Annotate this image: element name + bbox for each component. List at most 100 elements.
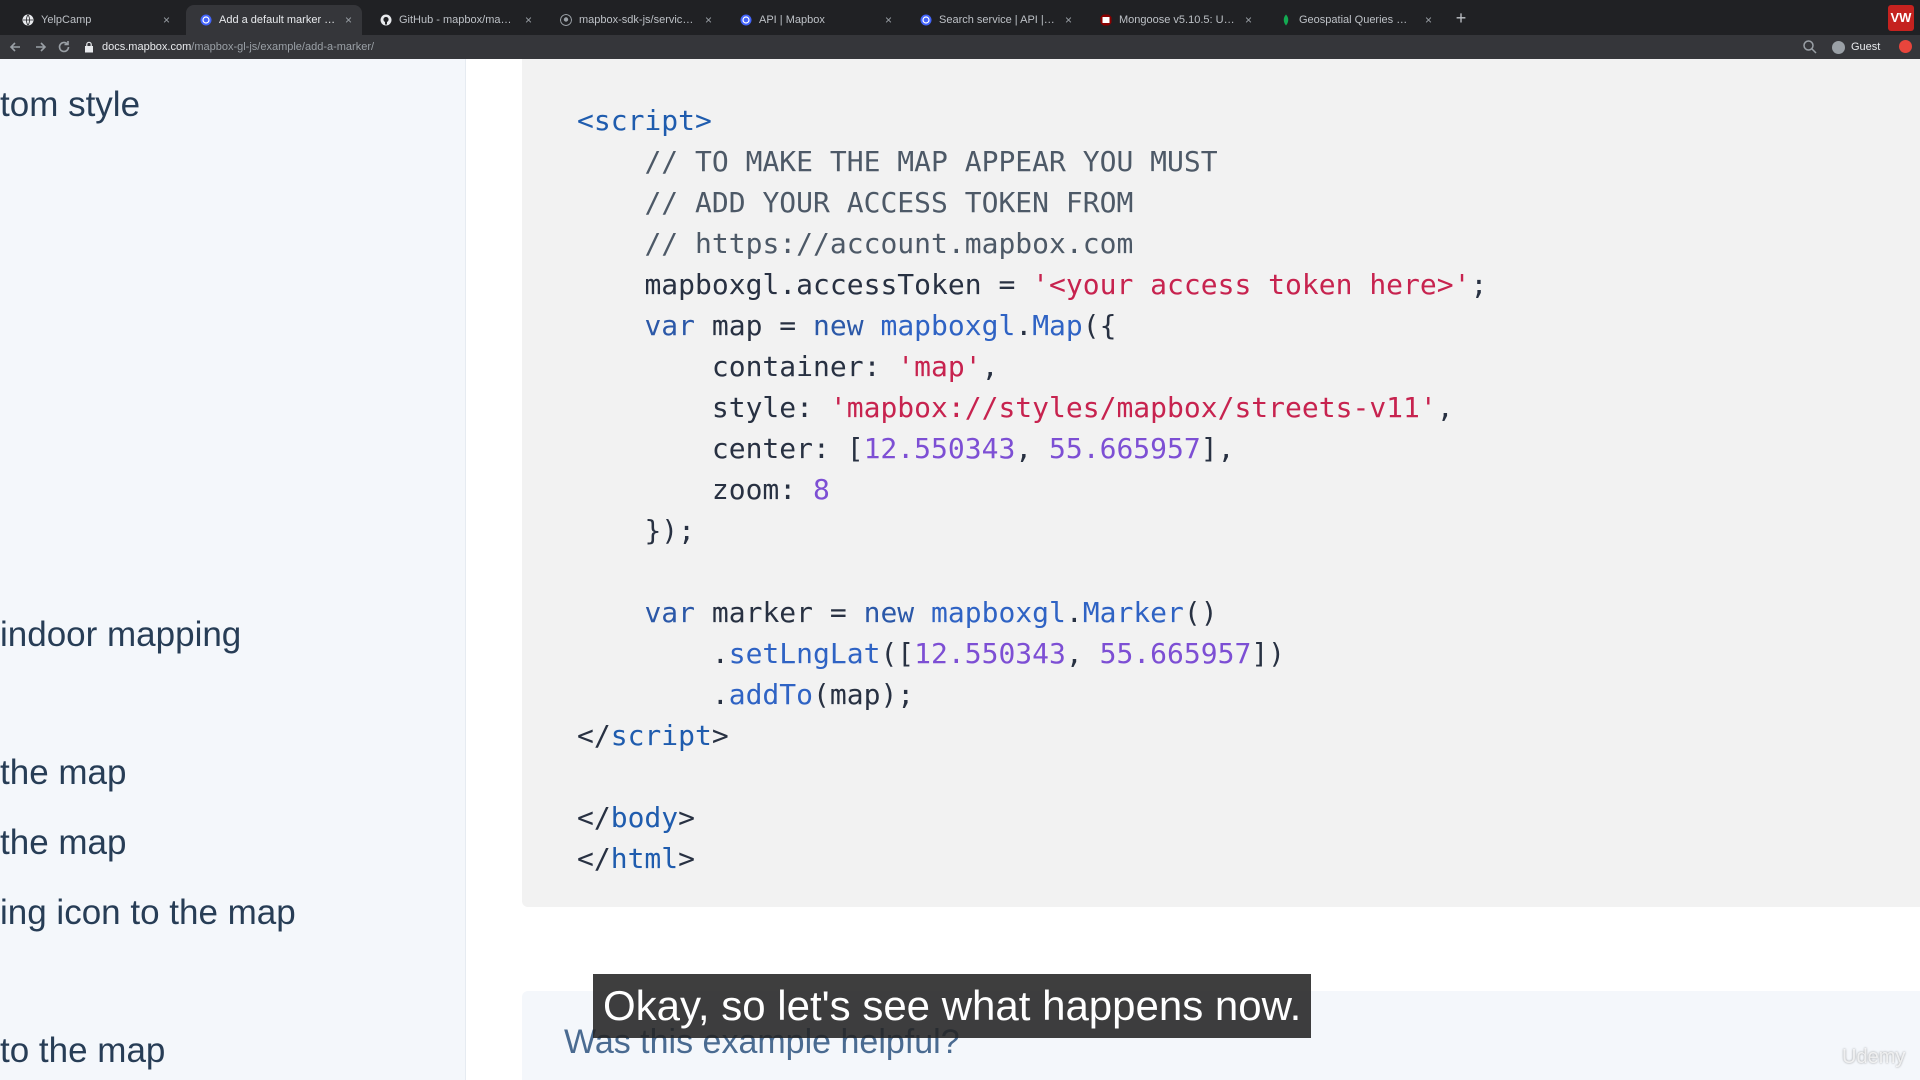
tab-close-button[interactable]: × (885, 13, 892, 27)
code-token: <script> (577, 104, 712, 137)
sidebar-item-icon-to-the-map[interactable]: ing icon to the map (0, 893, 296, 933)
code-line: zoom: 8 (577, 469, 830, 510)
code-token: ; (1470, 268, 1488, 301)
code-line: </html> (577, 838, 695, 879)
forward-arrow-icon[interactable] (30, 37, 50, 57)
code-token: </ (577, 719, 611, 752)
code-line: </script> (577, 715, 729, 756)
code-tag: html (610, 842, 679, 875)
tab-title: mapbox-sdk-js/services.md at (579, 14, 697, 26)
mongodb-leaf-icon (1283, 14, 1289, 26)
code-token: , (981, 350, 999, 383)
sidebar: tom style indoor mapping the map the map… (0, 59, 466, 1080)
tab-title: GitHub - mapbox/mapbox-sdk (399, 14, 517, 26)
code-token: . (711, 637, 729, 670)
code-token: center: [ (711, 432, 864, 465)
code-token: </ (577, 842, 611, 875)
profile-button[interactable]: Guest (1832, 37, 1880, 57)
code-keyword: var (644, 309, 696, 342)
zoom-magnifier-icon[interactable] (1802, 39, 1818, 55)
code-line: center: [12.550343, 55.665957], (577, 428, 1235, 469)
code-token: . (1015, 309, 1033, 342)
code-line: // https://account.mapbox.com (577, 223, 1133, 264)
new-tab-button[interactable]: + (1448, 5, 1474, 31)
tab-close-button[interactable]: × (705, 13, 712, 27)
sidebar-item-the-map-2[interactable]: the map (0, 823, 126, 863)
tab-api-mapbox[interactable]: API | Mapbox × (726, 5, 902, 35)
tab-close-button[interactable]: × (345, 13, 352, 27)
code-string: '<your access token here>' (1032, 268, 1471, 301)
mapbox-icon (740, 14, 752, 26)
code-comment: // TO MAKE THE MAP APPEAR YOU MUST (644, 145, 1218, 178)
globe-icon (22, 14, 34, 26)
url-path: /mapbox-gl-js/example/add-a-marker/ (191, 41, 375, 53)
tab-geospatial-queries[interactable]: Geospatial Queries — MongoD × (1266, 5, 1442, 35)
tab-github-mapbox-sdk[interactable]: GitHub - mapbox/mapbox-sdk × (366, 5, 542, 35)
code-number: 8 (813, 473, 830, 506)
code-line: var map = new mapboxgl.Map({ (577, 305, 1116, 346)
code-token: container: (711, 350, 898, 383)
code-token: , (1015, 432, 1050, 465)
tab-close-button[interactable]: × (1245, 13, 1252, 27)
extension-badge[interactable]: VW (1888, 5, 1914, 31)
code-keyword: var (644, 596, 696, 629)
sidebar-item-the-map-1[interactable]: the map (0, 753, 126, 793)
sidebar-item-to-the-map[interactable]: to the map (0, 1031, 165, 1071)
tab-close-button[interactable]: × (525, 13, 532, 27)
tab-title: API | Mapbox (759, 14, 825, 26)
code-line: container: 'map', (577, 346, 999, 387)
code-line: // TO MAKE THE MAP APPEAR YOU MUST (577, 141, 1218, 182)
code-token: > (678, 842, 696, 875)
sidebar-item-custom-style[interactable]: tom style (0, 85, 140, 125)
code-token: </ (577, 801, 611, 834)
code-number: 55.665957 (1049, 432, 1201, 465)
code-tag: script (610, 719, 712, 752)
code-line: <script> (577, 100, 712, 141)
tab-search-service[interactable]: Search service | API | Mapbox × (906, 5, 1082, 35)
profile-label: Guest (1851, 41, 1881, 53)
back-arrow-icon[interactable] (6, 37, 26, 57)
code-identifier: setLngLat (728, 637, 881, 670)
code-comment: // ADD YOUR ACCESS TOKEN FROM (644, 186, 1134, 219)
code-token: . (711, 678, 729, 711)
tab-yelpcamp[interactable]: YelpCamp × (8, 5, 180, 35)
code-line: mapboxgl.accessToken = '<your access tok… (577, 264, 1487, 305)
code-number: 12.550343 (914, 637, 1066, 670)
page-content: tom style indoor mapping the map the map… (0, 59, 1920, 1080)
screen: YelpCamp × Add a default marker | Mapbox… (0, 0, 1920, 1080)
code-line: var marker = new mapboxgl.Marker() (577, 592, 1217, 633)
sidebar-item-indoor-mapping[interactable]: indoor mapping (0, 615, 241, 655)
code-token: (map); (813, 678, 915, 711)
github-icon (380, 14, 392, 26)
url-domain: docs.mapbox.com (102, 41, 192, 53)
reload-icon[interactable] (54, 37, 74, 57)
code-line: .setLngLat([12.550343, 55.665957]) (577, 633, 1285, 674)
tab-close-button[interactable]: × (1065, 13, 1072, 27)
code-identifier: addTo (728, 678, 814, 711)
address-bar[interactable]: docs.mapbox.com/mapbox-gl-js/example/add… (84, 37, 1824, 57)
code-identifier: mapboxgl (880, 309, 1016, 342)
code-number: 55.665957 (1099, 637, 1252, 670)
tab-services-md[interactable]: mapbox-sdk-js/services.md at × (546, 5, 722, 35)
code-identifier: mapboxgl (931, 596, 1066, 629)
tab-close-button[interactable]: × (1425, 13, 1432, 27)
tab-title: YelpCamp (41, 14, 92, 26)
code-string: 'mapbox://styles/mapbox/streets-v11' (829, 391, 1437, 424)
code-block: <script> // TO MAKE THE MAP APPEAR YOU M… (522, 59, 1920, 907)
code-line: }); (577, 510, 695, 551)
code-identifier: Marker (1082, 596, 1184, 629)
tab-mongoose[interactable]: Mongoose v5.10.5: Using Geo × (1086, 5, 1262, 35)
tab-close-button[interactable]: × (163, 13, 170, 27)
tab-title: Geospatial Queries — MongoD (1299, 14, 1417, 26)
code-token: map = (695, 309, 814, 342)
mapbox-icon (920, 14, 932, 26)
code-line: </body> (577, 797, 695, 838)
browser-tab-strip: YelpCamp × Add a default marker | Mapbox… (0, 0, 1920, 35)
tab-add-a-default-marker[interactable]: Add a default marker | Mapbox × (186, 5, 362, 35)
code-token: , (1065, 637, 1100, 670)
code-token: style: (711, 391, 830, 424)
code-keyword: new (813, 309, 864, 342)
code-token: }); (644, 514, 696, 547)
code-identifier: Map (1032, 309, 1083, 342)
lock-icon (85, 41, 93, 53)
